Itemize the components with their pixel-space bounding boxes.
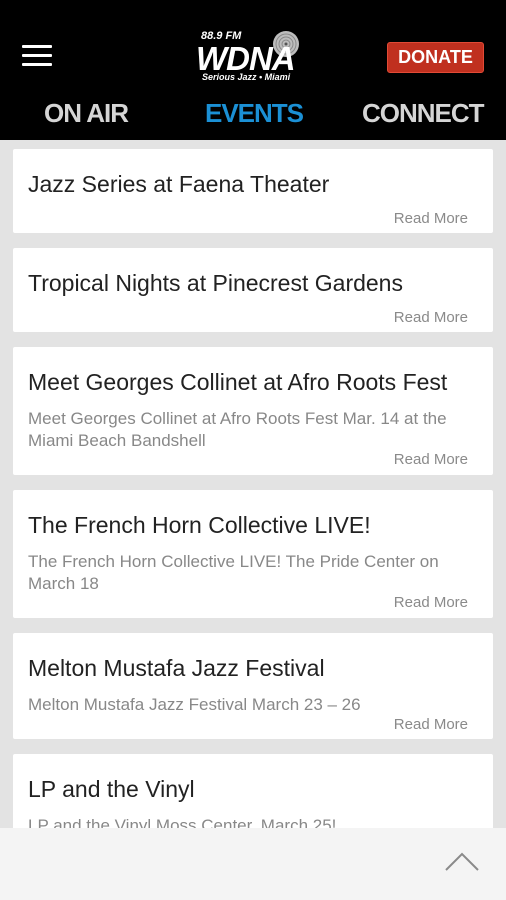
event-card[interactable]: Meet Georges Collinet at Afro Roots Fest… bbox=[13, 347, 493, 475]
tab-events[interactable]: EVENTS bbox=[205, 98, 304, 129]
event-card[interactable]: Tropical Nights at Pinecrest Gardens Rea… bbox=[13, 248, 493, 332]
event-description: LP and the Vinyl Moss Center, March 25! bbox=[28, 816, 337, 828]
event-description: Meet Georges Collinet at Afro Roots Fest… bbox=[28, 409, 447, 450]
event-card[interactable]: Melton Mustafa Jazz Festival Melton Must… bbox=[13, 633, 493, 739]
main-tabs: ON AIR EVENTS CONNECT bbox=[0, 98, 506, 130]
tab-on-air[interactable]: ON AIR bbox=[44, 98, 129, 129]
wdna-logo: 88.9 FM WDNA Serious Jazz • Miami bbox=[196, 30, 314, 84]
event-card[interactable]: LP and the Vinyl LP and the Vinyl Moss C… bbox=[13, 754, 493, 828]
tab-connect[interactable]: CONNECT bbox=[362, 98, 485, 129]
read-more-link[interactable]: Read More bbox=[394, 210, 468, 227]
event-card[interactable]: Jazz Series at Faena Theater Read More bbox=[13, 149, 493, 233]
event-title: Melton Mustafa Jazz Festival bbox=[28, 655, 325, 681]
event-description: The French Horn Collective LIVE! The Pri… bbox=[28, 552, 439, 593]
event-title: Meet Georges Collinet at Afro Roots Fest bbox=[28, 369, 448, 395]
logo-tagline: Serious Jazz • Miami bbox=[202, 72, 291, 82]
event-description: Melton Mustafa Jazz Festival March 23 – … bbox=[28, 695, 361, 714]
donate-button[interactable]: DONATE bbox=[387, 42, 484, 73]
read-more-link[interactable]: Read More bbox=[394, 309, 468, 326]
app-header: 88.9 FM WDNA Serious Jazz • Miami DONATE… bbox=[0, 0, 506, 140]
chevron-up-icon[interactable] bbox=[444, 850, 480, 872]
event-card[interactable]: The French Horn Collective LIVE! The Fre… bbox=[13, 490, 493, 618]
read-more-link[interactable]: Read More bbox=[394, 594, 468, 611]
events-list: Jazz Series at Faena Theater Read More T… bbox=[0, 140, 506, 828]
read-more-link[interactable]: Read More bbox=[394, 716, 468, 733]
read-more-link[interactable]: Read More bbox=[394, 451, 468, 468]
hamburger-menu-icon[interactable] bbox=[22, 45, 52, 69]
bottom-bar bbox=[0, 828, 506, 900]
event-title: LP and the Vinyl bbox=[28, 776, 195, 802]
event-title: Jazz Series at Faena Theater bbox=[28, 171, 330, 197]
event-title: Tropical Nights at Pinecrest Gardens bbox=[28, 270, 403, 296]
event-title: The French Horn Collective LIVE! bbox=[28, 512, 371, 538]
